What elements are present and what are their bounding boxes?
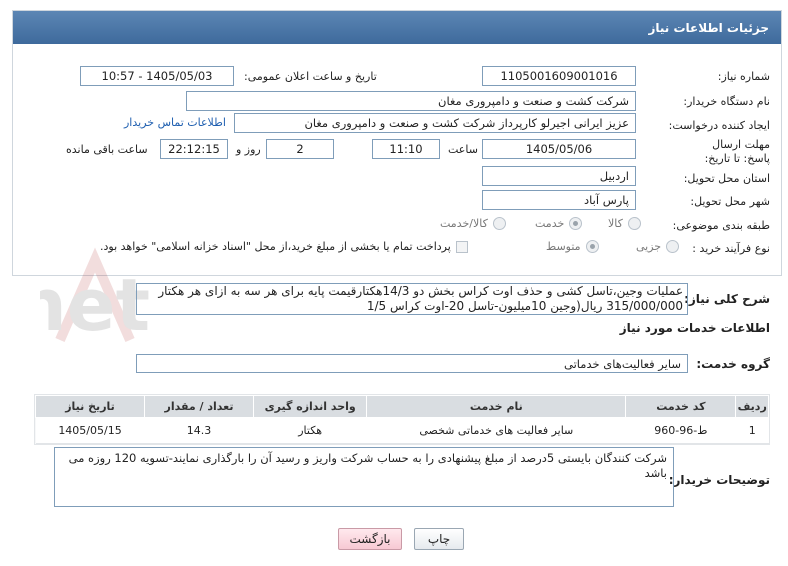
city-label: شهر محل تحویل:: [690, 195, 770, 208]
process-option-minor-label: جزیی: [636, 240, 662, 253]
category-option-goods[interactable]: کالا: [608, 217, 641, 230]
table-header-row: ردیف کد خدمت نام خدمت واحد اندازه گیری ت…: [34, 395, 769, 418]
services-section-title: اطلاعات خدمات مورد نیاز: [619, 321, 770, 335]
remaining-label: ساعت باقی مانده: [66, 143, 148, 156]
general-desc-field: عملیات وجین،تاسل کشی و حذف اوت کراس بخش …: [136, 283, 688, 315]
process-type-label: نوع فرآیند خرید :: [692, 242, 770, 255]
category-option-service[interactable]: خدمت: [535, 217, 583, 230]
requester-field: عزیز ایرانی اجیرلو کارپرداز شرکت کشت و ص…: [234, 113, 636, 133]
col-header-row-no: ردیف: [735, 395, 769, 418]
process-option-medium-label: متوسط: [546, 240, 581, 253]
province-field: اردبیل: [482, 166, 636, 186]
buyer-notes-label: توضیحات خریدار:: [668, 473, 770, 487]
time-label: ساعت: [448, 143, 478, 156]
need-number-field: 1105001609001016: [482, 66, 636, 86]
buyer-contact-link[interactable]: اطلاعات تماس خریدار: [124, 116, 226, 129]
radio-icon: [627, 217, 641, 230]
radio-selected-icon: [569, 217, 583, 230]
days-and-label: روز و: [236, 143, 261, 156]
buyer-org-label: نام دستگاه خریدار:: [683, 95, 770, 108]
col-header-quantity: تعداد / مقدار: [144, 395, 255, 418]
cell-service-name: سایر فعالیت های خدماتی شخصی: [366, 417, 626, 444]
general-desc-line-2: 315/000/000 ریال(وجین 10میلیون-تاسل 20-ا…: [366, 299, 683, 313]
service-group-label: گروه خدمت:: [696, 357, 770, 371]
process-option-minor[interactable]: جزیی: [636, 240, 680, 253]
announce-datetime-label: تاریخ و ساعت اعلان عمومی:: [244, 70, 377, 83]
need-number-label: شماره نیاز:: [717, 70, 770, 83]
service-group-field: سایر فعالیت‌های خدماتی: [136, 354, 688, 373]
services-table: ردیف کد خدمت نام خدمت واحد اندازه گیری ت…: [34, 395, 769, 444]
category-option-goods-service[interactable]: کالا/خدمت: [440, 217, 506, 230]
requester-label: ایجاد کننده درخواست:: [668, 119, 770, 132]
payment-treasury-option[interactable]: پرداخت تمام یا بخشی از مبلغ خرید،از محل …: [100, 240, 468, 253]
panel-title: جزئیات اطلاعات نیاز: [648, 20, 769, 35]
radio-selected-icon: [585, 240, 599, 253]
city-field: پارس آباد: [482, 190, 636, 210]
general-desc-line-1: عملیات وجین،تاسل کشی و حذف اوت کراس بخش …: [158, 284, 683, 298]
process-option-medium[interactable]: متوسط: [546, 240, 599, 253]
radio-icon: [666, 240, 680, 253]
category-option-goods-label: کالا: [608, 217, 623, 230]
deadline-date-field: 1405/05/06: [482, 139, 636, 159]
panel-title-bar: جزئیات اطلاعات نیاز: [13, 11, 781, 44]
reply-deadline-label: مهلت ارسال پاسخ: تا تاریخ:: [704, 138, 770, 165]
cell-quantity: 14.3: [144, 417, 254, 444]
cell-row-no: 1: [735, 417, 769, 444]
announce-datetime-field: 1405/05/03 - 10:57: [80, 66, 234, 86]
col-header-service-code: کد خدمت: [625, 395, 737, 418]
cell-need-date: 1405/05/15: [35, 417, 145, 444]
checkbox-icon: [455, 240, 468, 253]
category-label: طبقه بندی موضوعی:: [672, 219, 770, 232]
back-button[interactable]: بازگشت: [338, 528, 402, 550]
buyer-org-field: شرکت کشت و صنعت و دامپروری مغان: [186, 91, 636, 111]
col-header-unit: واحد اندازه گیری: [253, 395, 368, 418]
radio-icon: [492, 217, 506, 230]
services-table-wrap: ردیف کد خدمت نام خدمت واحد اندازه گیری ت…: [34, 394, 770, 445]
general-desc-label: شرح کلی نیاز:: [684, 292, 770, 306]
deadline-time-field: 11:10: [372, 139, 440, 159]
cell-service-code: ط-96-960: [625, 417, 736, 444]
col-header-need-date: تاریخ نیاز: [34, 395, 146, 418]
buyer-notes-field: شرکت کنندگان بایستی 5درصد از مبلغ پیشنها…: [54, 447, 674, 507]
table-row: 1 ط-96-960 سایر فعالیت های خدماتی شخصی ه…: [35, 417, 769, 444]
time-left-field: 22:12:15: [160, 139, 228, 159]
print-button[interactable]: چاپ: [414, 528, 464, 550]
payment-note: پرداخت تمام یا بخشی از مبلغ خرید،از محل …: [100, 240, 451, 253]
days-left-field: 2: [266, 139, 334, 159]
category-option-service-label: خدمت: [535, 217, 565, 230]
col-header-service-name: نام خدمت: [366, 395, 627, 418]
category-option-goods-service-label: کالا/خدمت: [440, 217, 488, 230]
cell-unit: هکتار: [253, 417, 367, 444]
province-label: استان محل تحویل:: [683, 172, 770, 185]
